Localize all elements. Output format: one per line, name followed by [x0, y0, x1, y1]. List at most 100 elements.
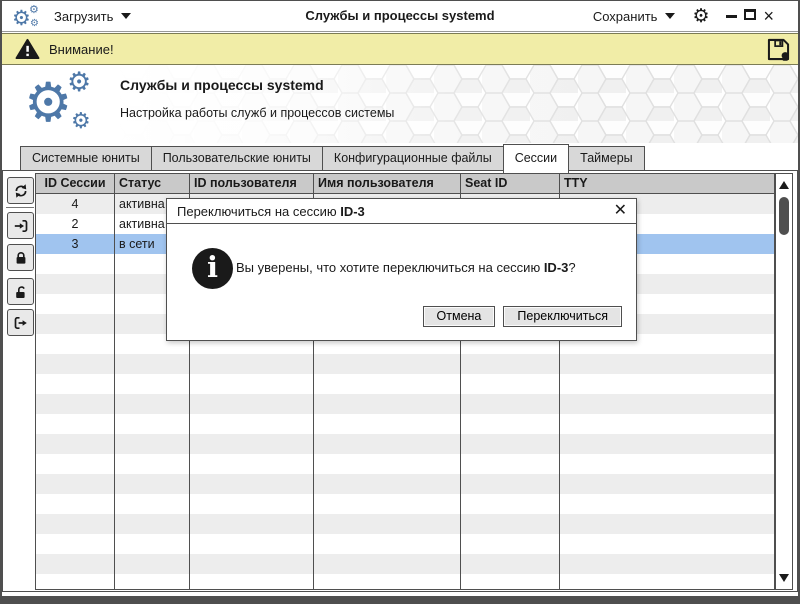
- table-cell: [560, 394, 774, 414]
- table-cell: [36, 554, 115, 574]
- scroll-up-icon[interactable]: [779, 181, 789, 189]
- dialog-close-icon[interactable]: ✕: [614, 198, 627, 223]
- column-header[interactable]: ID Сессии: [36, 174, 115, 193]
- table-cell: [314, 394, 461, 414]
- warning-bar: Внимание!: [2, 33, 798, 65]
- table-cell: [36, 254, 115, 274]
- table-cell: [36, 434, 115, 454]
- dialog-title-session-id: ID-3: [340, 204, 365, 219]
- app-gears-icon: ⚙ ⚙ ⚙: [12, 3, 39, 30]
- table-row[interactable]: [36, 414, 774, 434]
- page-subtitle: Настройка работы служб и процессов систе…: [120, 106, 395, 120]
- tab-sessions[interactable]: Сессии: [502, 144, 570, 173]
- table-row[interactable]: [36, 394, 774, 414]
- table-cell: [461, 554, 560, 574]
- table-cell: [190, 494, 314, 514]
- scrollbar-thumb[interactable]: [779, 197, 789, 235]
- table-cell: [314, 414, 461, 434]
- table-row[interactable]: [36, 454, 774, 474]
- table-cell: [190, 574, 314, 589]
- table-row[interactable]: [36, 434, 774, 454]
- save-menu-button[interactable]: Сохранить: [593, 9, 676, 24]
- padlock-open-icon: [15, 285, 25, 298]
- column-header[interactable]: ID пользователя: [190, 174, 314, 193]
- table-cell: [115, 394, 190, 414]
- table-row[interactable]: [36, 574, 774, 589]
- table-row[interactable]: [36, 474, 774, 494]
- table-cell: [36, 414, 115, 434]
- column-header[interactable]: TTY: [560, 174, 774, 193]
- enter-arrow-icon: [14, 219, 27, 232]
- table-cell: [560, 554, 774, 574]
- minimize-icon[interactable]: [726, 14, 738, 18]
- unlock-session-button[interactable]: [7, 278, 34, 305]
- table-cell: [115, 434, 190, 454]
- table-cell: [115, 474, 190, 494]
- table-cell: [314, 494, 461, 514]
- save-file-icon[interactable]: [765, 36, 792, 63]
- table-row[interactable]: [36, 514, 774, 534]
- table-row[interactable]: [36, 534, 774, 554]
- close-window-icon[interactable]: ×: [763, 2, 774, 30]
- table-cell: [36, 454, 115, 474]
- table-cell: [560, 374, 774, 394]
- tab-timers[interactable]: Таймеры: [568, 146, 645, 171]
- info-circle-icon: i: [192, 248, 233, 289]
- exit-arrow-icon: [14, 316, 27, 329]
- settings-gear-icon[interactable]: ⚙: [692, 6, 709, 26]
- table-cell: [461, 494, 560, 514]
- table-cell: [461, 434, 560, 454]
- table-cell: [560, 494, 774, 514]
- column-header[interactable]: Статус: [115, 174, 190, 193]
- table-row[interactable]: [36, 554, 774, 574]
- table-cell: [461, 354, 560, 374]
- table-cell: [560, 354, 774, 374]
- refresh-arrows-icon: [15, 183, 26, 198]
- titlebar: ⚙ ⚙ ⚙ Загрузить Службы и процессы system…: [2, 1, 798, 32]
- table-cell: [36, 274, 115, 294]
- table-cell: [36, 574, 115, 589]
- table-cell: [560, 434, 774, 454]
- table-cell: [314, 354, 461, 374]
- table-cell: [115, 374, 190, 394]
- load-menu-label: Загрузить: [54, 8, 114, 24]
- refresh-button[interactable]: [7, 177, 34, 204]
- confirm-switch-button[interactable]: Переключиться: [503, 306, 622, 327]
- tab-user-units[interactable]: Пользовательские юниты: [150, 146, 323, 171]
- table-cell: [115, 454, 190, 474]
- app-header: ⚙ ⚙ ⚙ Службы и процессы systemd Настройк…: [2, 65, 798, 143]
- switch-session-button[interactable]: [7, 212, 34, 239]
- window-frame: [0, 0, 2, 604]
- table-cell: [314, 374, 461, 394]
- table-cell: [461, 574, 560, 589]
- tab-system-units[interactable]: Системные юниты: [20, 146, 152, 171]
- table-cell: [36, 354, 115, 374]
- table-row[interactable]: [36, 354, 774, 374]
- table-cell: [36, 514, 115, 534]
- maximize-icon[interactable]: [744, 9, 757, 20]
- tab-config-files[interactable]: Конфигурационные файлы: [321, 146, 504, 171]
- column-header[interactable]: Имя пользователя: [314, 174, 461, 193]
- table-cell: [461, 454, 560, 474]
- dialog-titlebar: Переключиться на сессию ID-3 ✕: [167, 199, 636, 224]
- dialog-title: Переключиться на сессию ID-3: [177, 204, 365, 219]
- load-menu-button[interactable]: Загрузить: [54, 1, 132, 31]
- table-cell: [560, 574, 774, 589]
- vertical-scrollbar[interactable]: [775, 173, 793, 590]
- table-row[interactable]: [36, 494, 774, 514]
- terminate-session-button[interactable]: [7, 309, 34, 336]
- table-cell: [190, 374, 314, 394]
- scroll-down-icon[interactable]: [779, 574, 789, 582]
- table-cell: [190, 414, 314, 434]
- table-cell: [115, 494, 190, 514]
- table-cell: [36, 294, 115, 314]
- table-row[interactable]: [36, 374, 774, 394]
- column-header[interactable]: Seat ID: [461, 174, 560, 193]
- table-cell: [115, 414, 190, 434]
- lock-session-button[interactable]: [7, 244, 34, 271]
- table-cell: [560, 414, 774, 434]
- table-cell: [314, 574, 461, 589]
- cancel-button[interactable]: Отмена: [422, 306, 496, 327]
- tab-bar: Системные юниты Пользовательские юниты Кон…: [20, 144, 645, 173]
- table-cell: [461, 374, 560, 394]
